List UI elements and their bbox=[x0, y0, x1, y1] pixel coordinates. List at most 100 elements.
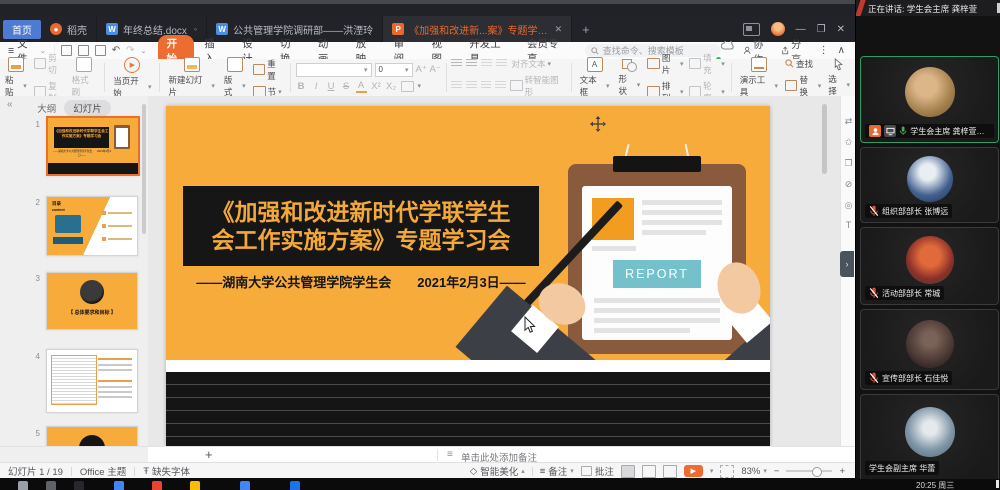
tab-close-icon[interactable]: ✕ bbox=[555, 24, 563, 35]
minimize-button[interactable]: — bbox=[796, 24, 806, 35]
layers-icon[interactable]: ❐ bbox=[841, 158, 856, 169]
thumbnail-slide-2[interactable]: 目录content bbox=[46, 196, 138, 256]
zoom-slider[interactable] bbox=[786, 470, 832, 472]
numbered-list-icon[interactable] bbox=[466, 59, 477, 68]
slides-tab[interactable]: 幻灯片 bbox=[64, 100, 111, 116]
find-button[interactable]: 查找 bbox=[785, 58, 821, 70]
smart-graphic-button[interactable]: 转智能图形 bbox=[510, 74, 566, 98]
collapse-ribbon-icon[interactable]: ∧ bbox=[838, 45, 845, 56]
thumbnail-slide-5[interactable] bbox=[46, 426, 138, 446]
qat-caret-icon[interactable]: ⌄ bbox=[141, 47, 147, 55]
missing-font-warning[interactable]: Ŧ缺失字体 bbox=[135, 464, 198, 478]
align-right-icon[interactable] bbox=[481, 81, 492, 90]
font-size-combo[interactable]: 0▾ bbox=[375, 63, 413, 77]
reset-button[interactable]: 重置 bbox=[253, 58, 284, 82]
taskbar-app-icon[interactable] bbox=[74, 481, 84, 490]
theme-name[interactable]: Office 主题 bbox=[72, 464, 134, 478]
italic-button[interactable]: I bbox=[311, 81, 322, 92]
slide-editing-canvas[interactable]: 《加强和改进新时代学联学生 会工作实施方案》专题学习会 ——湖南大学公共管理学院… bbox=[148, 96, 840, 446]
play-from-current-button[interactable]: ▶ 当页开始▾ bbox=[111, 57, 153, 99]
outline-tab[interactable]: 大纲 bbox=[37, 101, 56, 115]
paste-button[interactable]: 粘贴▾ bbox=[3, 57, 29, 98]
panel-expand-chevron[interactable]: › bbox=[840, 251, 854, 277]
taskbar-app-icon[interactable] bbox=[190, 481, 200, 490]
fill-button[interactable]: 填充▾ bbox=[689, 52, 725, 76]
taskbar-app-icon[interactable] bbox=[290, 481, 300, 490]
notes-toggle-button[interactable]: ≡备注▾ bbox=[540, 464, 574, 478]
picture-button[interactable]: 图片▾ bbox=[647, 52, 683, 76]
thumbnail-slide-3[interactable]: 【 总体要求和目标 】 bbox=[46, 272, 138, 330]
font-color-button[interactable]: A bbox=[356, 80, 367, 93]
align-text-button[interactable]: 对齐文本▾ bbox=[511, 58, 551, 70]
video-tile-president[interactable]: 学生会主席 龚梓萱的屏幕... bbox=[860, 56, 999, 143]
strikethrough-button[interactable]: S bbox=[341, 81, 352, 92]
slide-1-canvas[interactable]: 《加强和改进新时代学联学生 会工作实施方案》专题学习会 ——湖南大学公共管理学院… bbox=[166, 106, 770, 446]
layout-button[interactable]: 版式▾ bbox=[222, 57, 248, 98]
taskbar-app-icon[interactable] bbox=[46, 481, 56, 490]
close-button[interactable]: ✕ bbox=[837, 24, 845, 35]
shrink-font-button[interactable]: A⁻ bbox=[430, 64, 441, 75]
print-icon[interactable] bbox=[78, 45, 89, 56]
bullet-list-icon[interactable] bbox=[451, 59, 462, 68]
restore-button[interactable]: ❐ bbox=[817, 24, 826, 35]
video-tile-organization-head[interactable]: 组织部部长 张博远 bbox=[860, 147, 999, 223]
video-tile-activity-head[interactable]: 活动部部长 常城 bbox=[860, 227, 999, 305]
slide-sorter-view-button[interactable] bbox=[642, 465, 656, 478]
play-caret-icon[interactable]: ▾ bbox=[710, 467, 714, 475]
undo-icon[interactable]: ↶ bbox=[112, 45, 120, 56]
superscript-button[interactable]: X² bbox=[371, 81, 382, 92]
thumbnail-scrollbar[interactable] bbox=[142, 104, 146, 234]
slide-title-box[interactable]: 《加强和改进新时代学联学生 会工作实施方案》专题学习会 bbox=[183, 186, 539, 266]
zoom-slider-knob[interactable] bbox=[812, 467, 822, 477]
grow-font-button[interactable]: A⁺ bbox=[416, 64, 427, 75]
justify-icon[interactable] bbox=[495, 81, 506, 90]
new-slide-button[interactable]: 新建幻灯片▾ bbox=[166, 57, 216, 98]
zoom-level[interactable]: 83%▾ bbox=[741, 466, 767, 477]
decrease-indent-icon[interactable] bbox=[481, 59, 492, 68]
redo-icon[interactable]: ↷ bbox=[126, 45, 134, 56]
more-options-icon[interactable]: ⋮ bbox=[819, 45, 829, 56]
presentation-tools-button[interactable]: 演示工具▾ bbox=[738, 57, 780, 98]
cut-button[interactable]: 剪切 bbox=[34, 52, 65, 76]
docs-badge-icon[interactable] bbox=[743, 23, 760, 36]
taskbar-app-icon[interactable] bbox=[152, 481, 162, 490]
textbox-button[interactable]: A 文本框▾ bbox=[578, 57, 612, 98]
slideshow-play-button[interactable]: ▶ bbox=[684, 465, 703, 477]
comments-button[interactable]: 批注 bbox=[581, 464, 614, 478]
smart-beautify-button[interactable]: ◇智能美化▴ bbox=[470, 464, 525, 478]
new-tab-button[interactable]: + bbox=[582, 22, 590, 37]
increase-indent-icon[interactable] bbox=[496, 59, 507, 68]
taskbar-clock[interactable]: 20:25 周三 bbox=[916, 480, 954, 490]
replace-button[interactable]: 替换▾ bbox=[785, 74, 821, 98]
video-tile-vice-president[interactable]: 学生会副主席 华蕾 bbox=[860, 394, 999, 479]
thumbnail-slide-4[interactable] bbox=[46, 349, 138, 413]
zoom-out-button[interactable]: − bbox=[774, 466, 780, 477]
align-center-icon[interactable] bbox=[466, 81, 477, 90]
effects-star-icon[interactable]: ✩ bbox=[841, 137, 856, 148]
canvas-scrollbar[interactable] bbox=[822, 104, 827, 174]
shapes-button[interactable]: 形状▾ bbox=[617, 58, 643, 97]
thumbnail-slide-1[interactable]: 《加强和改进新时代学联学生会工作实施方案》专题学习会 ——湖南大学公共管理学院学… bbox=[46, 116, 140, 176]
taskbar-app-icon[interactable] bbox=[18, 481, 28, 490]
fit-to-window-icon[interactable] bbox=[720, 465, 734, 478]
subscript-button[interactable]: X₂ bbox=[386, 81, 397, 92]
taskbar-app-icon[interactable] bbox=[240, 481, 250, 490]
clear-format-icon[interactable] bbox=[401, 81, 414, 92]
properties-slider-icon[interactable]: ⇄ bbox=[841, 116, 856, 127]
pin-icon[interactable]: ◎ bbox=[841, 200, 856, 211]
text-tool-icon[interactable]: T bbox=[841, 220, 856, 230]
normal-view-button[interactable] bbox=[621, 465, 635, 478]
add-slide-button[interactable]: + bbox=[205, 447, 213, 462]
align-left-icon[interactable] bbox=[451, 81, 462, 90]
reading-view-button[interactable] bbox=[663, 465, 677, 478]
underline-button[interactable]: U bbox=[326, 81, 337, 92]
print-preview-icon[interactable] bbox=[95, 45, 106, 56]
help-icon[interactable]: ⊘ bbox=[841, 179, 856, 190]
taskbar-app-icon[interactable] bbox=[114, 481, 124, 490]
account-avatar[interactable] bbox=[771, 22, 785, 36]
show-desktop-button[interactable] bbox=[996, 480, 999, 488]
format-painter-button[interactable]: 格式刷 bbox=[70, 57, 99, 98]
zoom-in-button[interactable]: + bbox=[839, 466, 845, 477]
bold-button[interactable]: B bbox=[296, 81, 307, 92]
video-tile-publicity-head[interactable]: 宣传部部长 石佳悦 bbox=[860, 309, 999, 390]
